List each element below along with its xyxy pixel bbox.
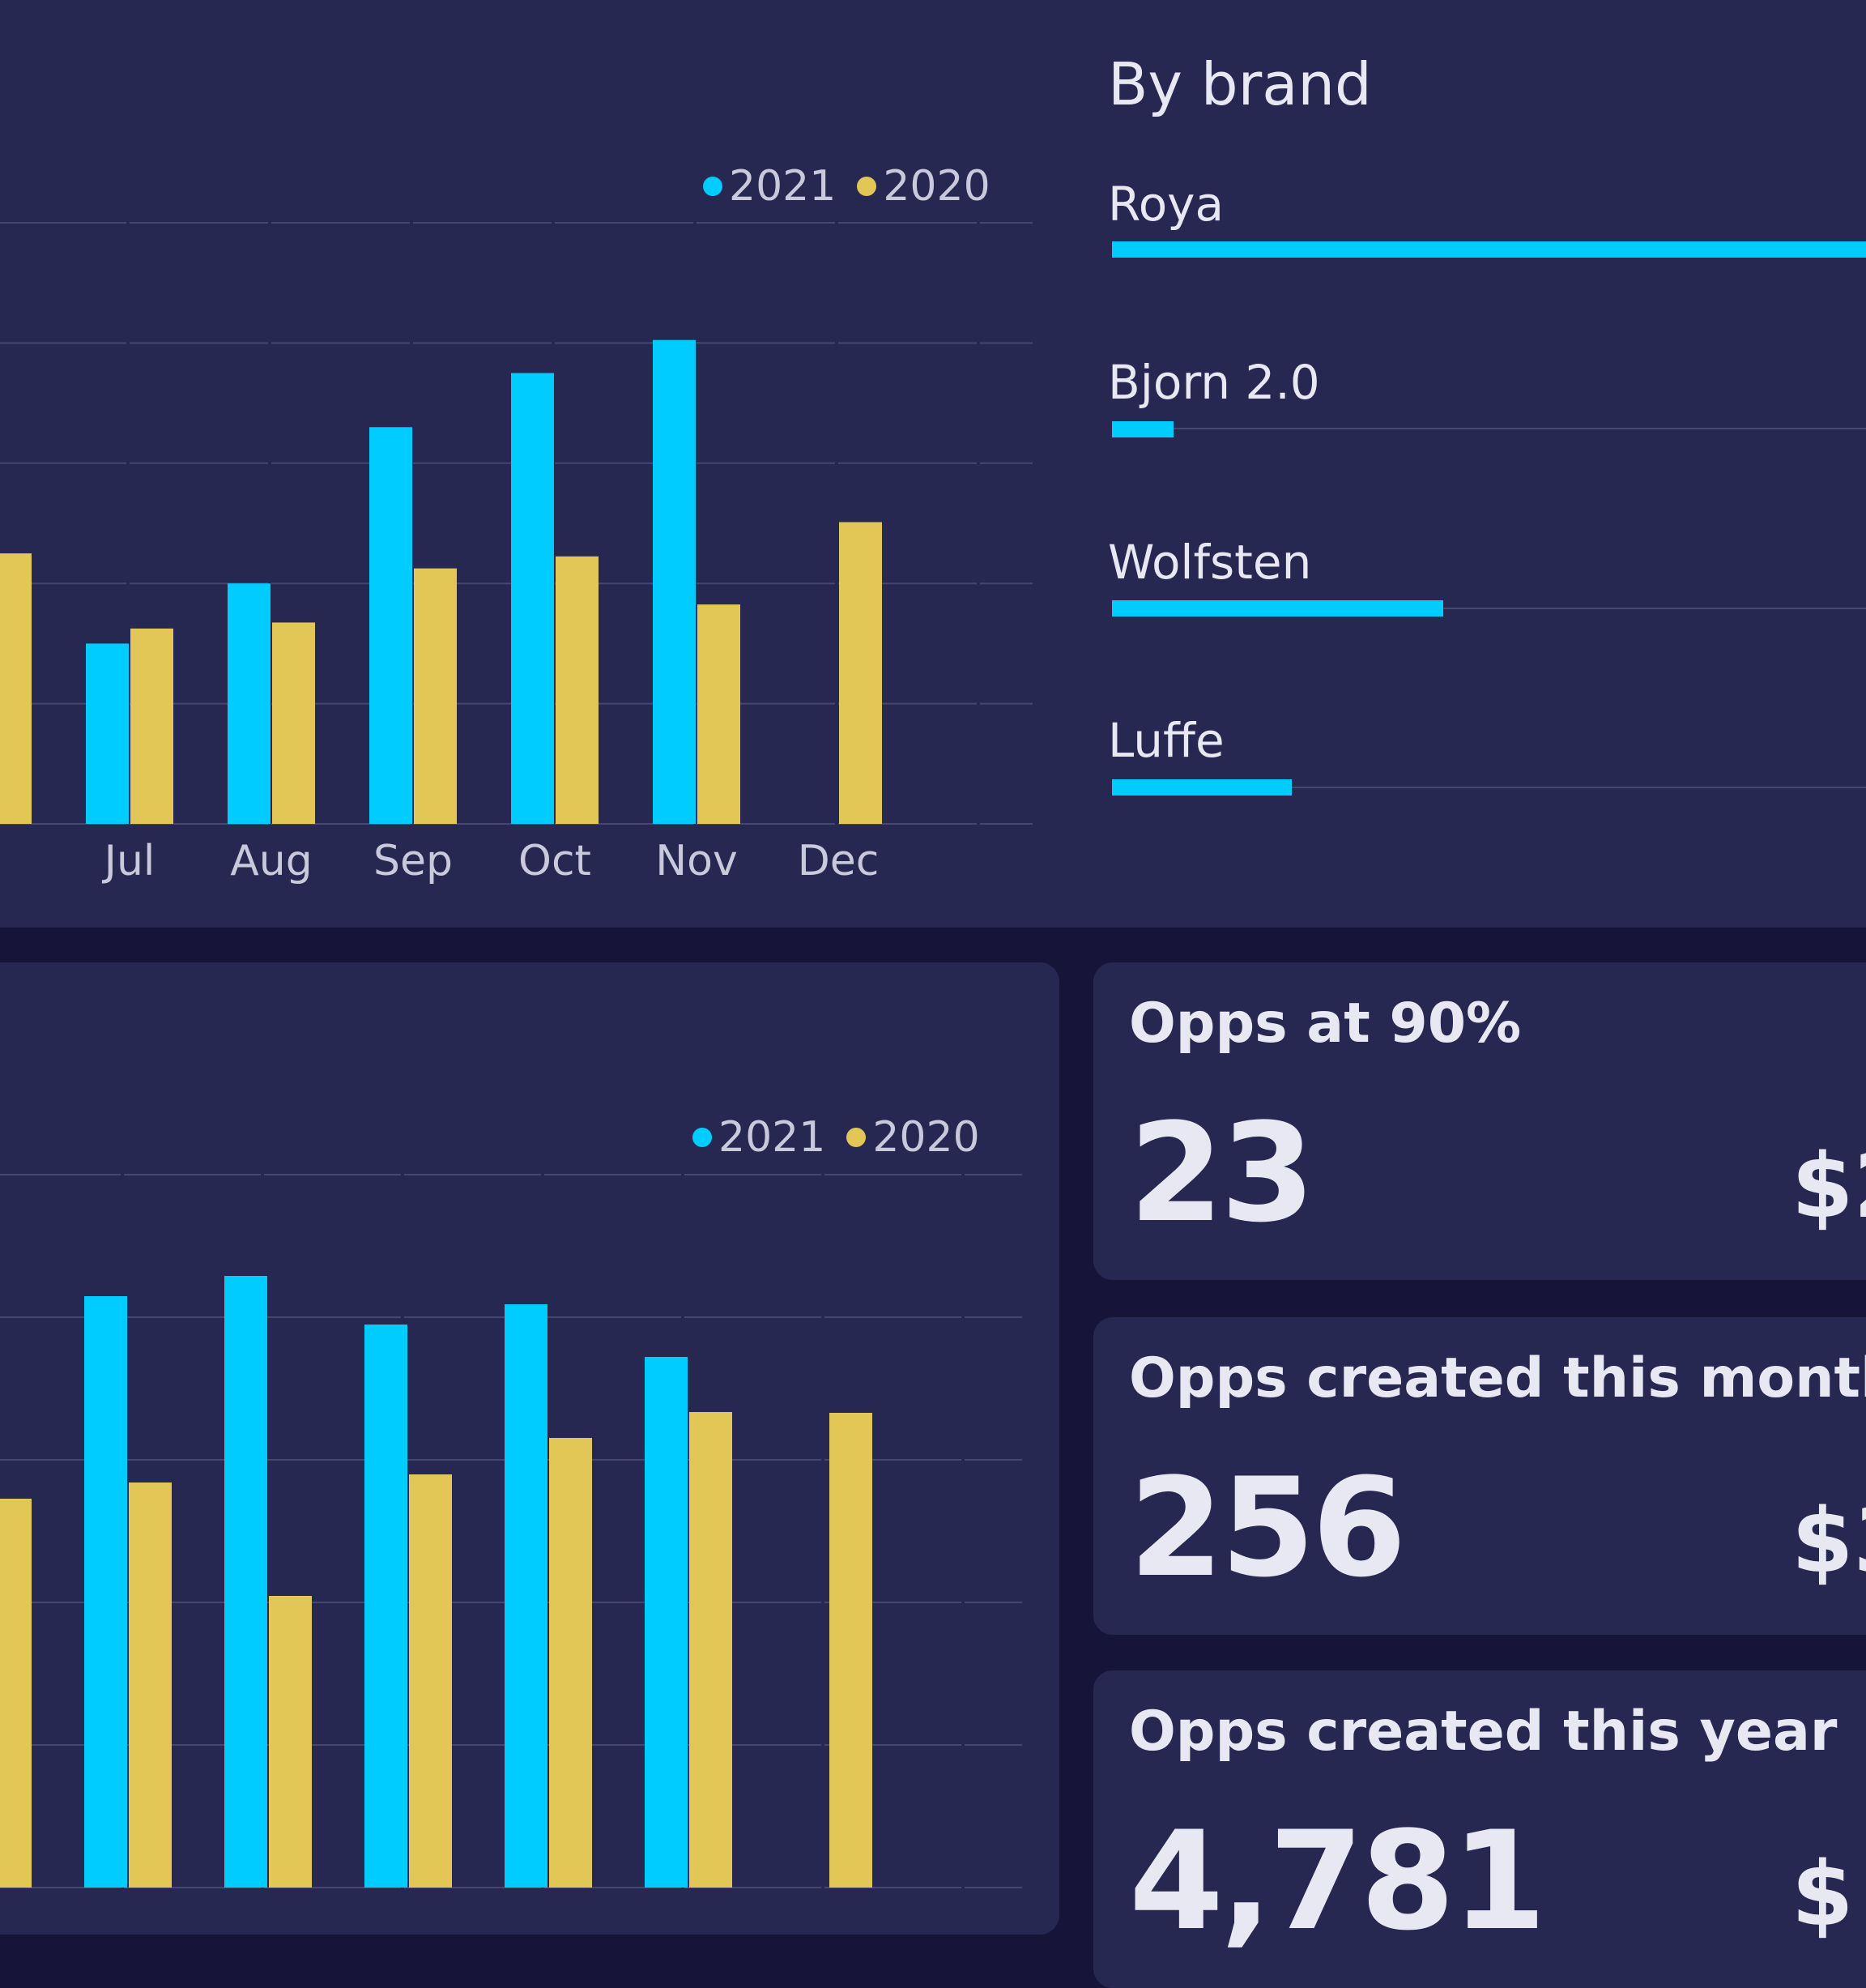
- brand-bar: [1112, 421, 1174, 437]
- bar-2020-aug: [269, 1596, 312, 1888]
- brand-label: Wolfsten: [1108, 535, 1312, 590]
- monthly-bar-chart-bottom: [0, 1174, 1022, 1888]
- brand-label: Luffe: [1108, 713, 1225, 768]
- bar-2020-dec: [829, 1413, 872, 1888]
- kpi-money: $3: [1791, 1489, 1866, 1593]
- bar-2020-nov: [689, 1412, 732, 1888]
- kpi-value: 23: [1129, 1094, 1315, 1252]
- kpi-card-opps-year[interactable]: Opps created this year 4,781 $: [1093, 1670, 1866, 1988]
- kpi-title: Opps created this year: [1129, 1700, 1838, 1764]
- bottom-chart-legend: 2021 2020: [692, 1113, 1001, 1162]
- kpi-card-opps-month[interactable]: Opps created this month 256 $3: [1093, 1317, 1866, 1635]
- bar-2021-aug: [224, 1276, 267, 1888]
- kpi-title: Opps at 90%: [1129, 992, 1522, 1056]
- kpi-money: $: [1791, 1842, 1854, 1946]
- bar-2021-oct: [505, 1304, 547, 1888]
- bar-2020-jun: [0, 1499, 32, 1888]
- brand-label: Roya: [1108, 177, 1225, 232]
- brand-bar: [1112, 779, 1292, 796]
- brand-row-bjorn: Bjorn 2.0: [1108, 355, 1866, 452]
- bar-2021-nov: [645, 1357, 688, 1888]
- legend-dot-2020: [846, 1128, 867, 1147]
- legend-dot-2021: [692, 1128, 712, 1147]
- brand-bar: [1112, 600, 1443, 616]
- brand-row-roya: Roya: [1108, 177, 1866, 274]
- kpi-title: Opps created this month: [1129, 1346, 1866, 1410]
- kpi-money: $2: [1791, 1134, 1866, 1238]
- legend-label-2021: 2021: [718, 1113, 826, 1162]
- brand-label: Bjorn 2.0: [1108, 355, 1320, 410]
- legend-item-2021: 2021: [692, 1113, 825, 1162]
- brand-section-title: By brand: [1108, 50, 1372, 118]
- legend-label-2020: 2020: [872, 1113, 980, 1162]
- bar-2021-sep: [364, 1325, 407, 1888]
- brand-bar: [1112, 241, 1866, 258]
- brand-track: [1112, 428, 1866, 429]
- bar-2020-oct: [549, 1438, 592, 1888]
- kpi-card-opps-90[interactable]: Opps at 90% 23 $2: [1093, 962, 1866, 1280]
- legend-item-2020: 2020: [846, 1113, 980, 1162]
- brand-row-wolfsten: Wolfsten: [1108, 535, 1866, 632]
- brand-row-luffe: Luffe: [1108, 713, 1866, 810]
- bar-2020-sep: [409, 1474, 452, 1888]
- bar-2021-jul: [84, 1296, 127, 1888]
- kpi-value: 256: [1129, 1448, 1407, 1607]
- bar-2020-jul: [129, 1482, 172, 1888]
- kpi-value: 4,781: [1129, 1802, 1546, 1960]
